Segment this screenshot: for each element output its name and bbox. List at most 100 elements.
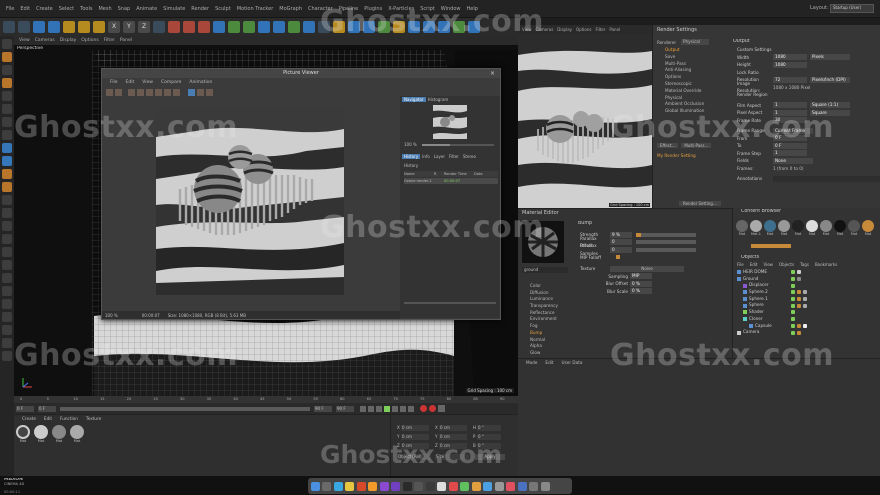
object-row[interactable]: Cloner (737, 316, 877, 323)
stereo-icon[interactable] (206, 88, 213, 96)
menu-render[interactable]: Render (191, 6, 209, 12)
field-film-aspect-unit[interactable]: Square (1:1) (810, 102, 850, 109)
rotation-h-field[interactable]: 0 ° (477, 424, 501, 431)
frame-range-slider[interactable] (60, 406, 310, 411)
cb-swatch[interactable]: Mat (848, 220, 860, 236)
object-row[interactable]: Camera (737, 329, 877, 336)
history-scrollbar[interactable] (404, 302, 496, 304)
object-row[interactable]: Sphere.1 (737, 296, 877, 303)
mograph-icon[interactable] (273, 21, 285, 33)
array-icon[interactable] (243, 21, 255, 33)
autokey-icon[interactable] (429, 405, 436, 412)
first-frame-icon[interactable] (360, 405, 366, 412)
position-x-field[interactable]: 0 cm (401, 424, 429, 431)
cb-swatch[interactable]: Mat (806, 220, 818, 236)
menu-motion-tracker[interactable]: Motion Tracker (237, 6, 274, 12)
material-swatch[interactable]: Mat (70, 425, 84, 443)
rs-item-multi-pass[interactable]: Multi-Pass (657, 61, 721, 68)
cb-swatch[interactable]: Mat (764, 220, 776, 236)
region-icon[interactable] (164, 88, 171, 96)
size-x-field[interactable]: 0 cm (439, 424, 467, 431)
cb-swatch[interactable]: Mat (778, 220, 790, 236)
field-film-aspect-value[interactable]: 1 (773, 102, 807, 109)
phong-tag-icon[interactable] (797, 303, 801, 308)
after-effects-icon[interactable] (391, 481, 400, 491)
channel-icon[interactable] (197, 88, 204, 96)
enable-axis-icon[interactable] (2, 182, 12, 192)
rs-item-physical[interactable]: Physical (657, 95, 721, 102)
objects-menu-bookmarks[interactable]: Bookmarks (815, 262, 837, 267)
blur-offset-value[interactable]: 0 % (630, 280, 652, 287)
position-y-field[interactable]: 0 cm (401, 433, 429, 440)
check-icon[interactable] (791, 310, 795, 315)
script-manager-icon[interactable] (2, 351, 12, 361)
material-swatch[interactable]: Mat (34, 425, 48, 443)
y-axis-button[interactable]: Y (123, 21, 135, 33)
check-icon[interactable] (791, 290, 795, 295)
field-fields-value[interactable]: None (773, 157, 813, 164)
materials-menu-create[interactable]: Create (22, 416, 36, 421)
viewport-solo-icon[interactable] (2, 156, 12, 166)
material-tag-icon[interactable] (797, 270, 801, 275)
channel-fog[interactable]: Fog (522, 323, 572, 330)
object-row[interactable]: Displacer (737, 282, 877, 289)
downloads-icon[interactable] (529, 481, 538, 491)
pv-menu-view[interactable]: View (142, 80, 153, 85)
rotate-icon[interactable] (78, 21, 90, 33)
size-y-field[interactable]: 0 cm (439, 433, 467, 440)
navigator-zoom-slider[interactable] (422, 144, 494, 146)
x-axis-button[interactable]: X (108, 21, 120, 33)
phong-tag-icon[interactable] (797, 297, 801, 302)
param-parallax-offset-slider[interactable] (636, 240, 696, 245)
next-key-icon[interactable] (400, 405, 406, 412)
model-mode-icon[interactable] (2, 52, 12, 62)
z-axis-button[interactable]: Z (138, 21, 150, 33)
blur-scale-value[interactable]: 0 % (630, 288, 652, 295)
sampling-value[interactable]: MIP (630, 273, 652, 280)
coordinate-system-icon[interactable] (153, 21, 165, 33)
premiere-icon[interactable] (379, 481, 389, 491)
tab-history[interactable]: History (402, 154, 421, 159)
layout-select[interactable]: Startup (User) (830, 4, 874, 13)
field-width-value[interactable]: 1080 (773, 54, 807, 61)
param-strength-value[interactable]: 9 % (610, 231, 632, 238)
render-picture-viewer-icon[interactable] (183, 21, 195, 33)
mip-falloff-checkbox[interactable] (616, 255, 620, 260)
field-height-value[interactable]: 1080 (773, 61, 807, 68)
bodypaint-icon[interactable] (2, 247, 12, 257)
snapping-icon[interactable] (2, 169, 12, 179)
texture-mode-icon[interactable] (2, 65, 12, 75)
tab-filter[interactable]: Filter (447, 154, 461, 159)
texture-shader-button[interactable]: Noise (610, 265, 684, 272)
col-date[interactable]: Date (474, 172, 494, 176)
check-icon[interactable] (791, 297, 795, 302)
channel-bump[interactable]: Bump (522, 330, 572, 337)
viewport-menu-options[interactable]: Options (81, 38, 98, 43)
rs-item-ambient-occlusion[interactable]: Ambient Occlusion (657, 101, 721, 108)
interactive-region-icon[interactable] (173, 88, 180, 96)
sculpt-icon[interactable] (2, 221, 12, 231)
menu-sculpt[interactable]: Sculpt (215, 6, 231, 12)
trash-icon[interactable] (540, 481, 550, 491)
col-render-time[interactable]: Render Time (444, 172, 474, 176)
photos-icon[interactable] (471, 481, 481, 491)
object-row[interactable]: Capsule (737, 323, 877, 330)
menu-snap[interactable]: Snap (118, 6, 131, 12)
play-icon[interactable] (384, 405, 390, 412)
objects-menu-file[interactable]: File (737, 262, 744, 267)
locked-workplane-icon[interactable] (2, 195, 12, 205)
open-icon[interactable] (106, 88, 113, 96)
paint-icon[interactable] (2, 234, 12, 244)
floor-icon[interactable] (303, 21, 315, 33)
check-icon[interactable] (791, 303, 795, 308)
object-row[interactable]: Sphere (737, 302, 877, 309)
keyframe-selection-icon[interactable] (438, 405, 445, 412)
render-icon[interactable] (137, 88, 144, 96)
check-icon[interactable] (791, 283, 795, 288)
objects-menu-edit[interactable]: Edit (750, 262, 758, 267)
redo-icon[interactable] (18, 21, 30, 33)
rv-menu-panel[interactable]: Panel (609, 27, 620, 32)
channel-alpha[interactable]: Alpha (522, 343, 572, 350)
attributes-menu-user-data[interactable]: User Data (562, 360, 583, 365)
check-icon[interactable] (791, 330, 795, 335)
